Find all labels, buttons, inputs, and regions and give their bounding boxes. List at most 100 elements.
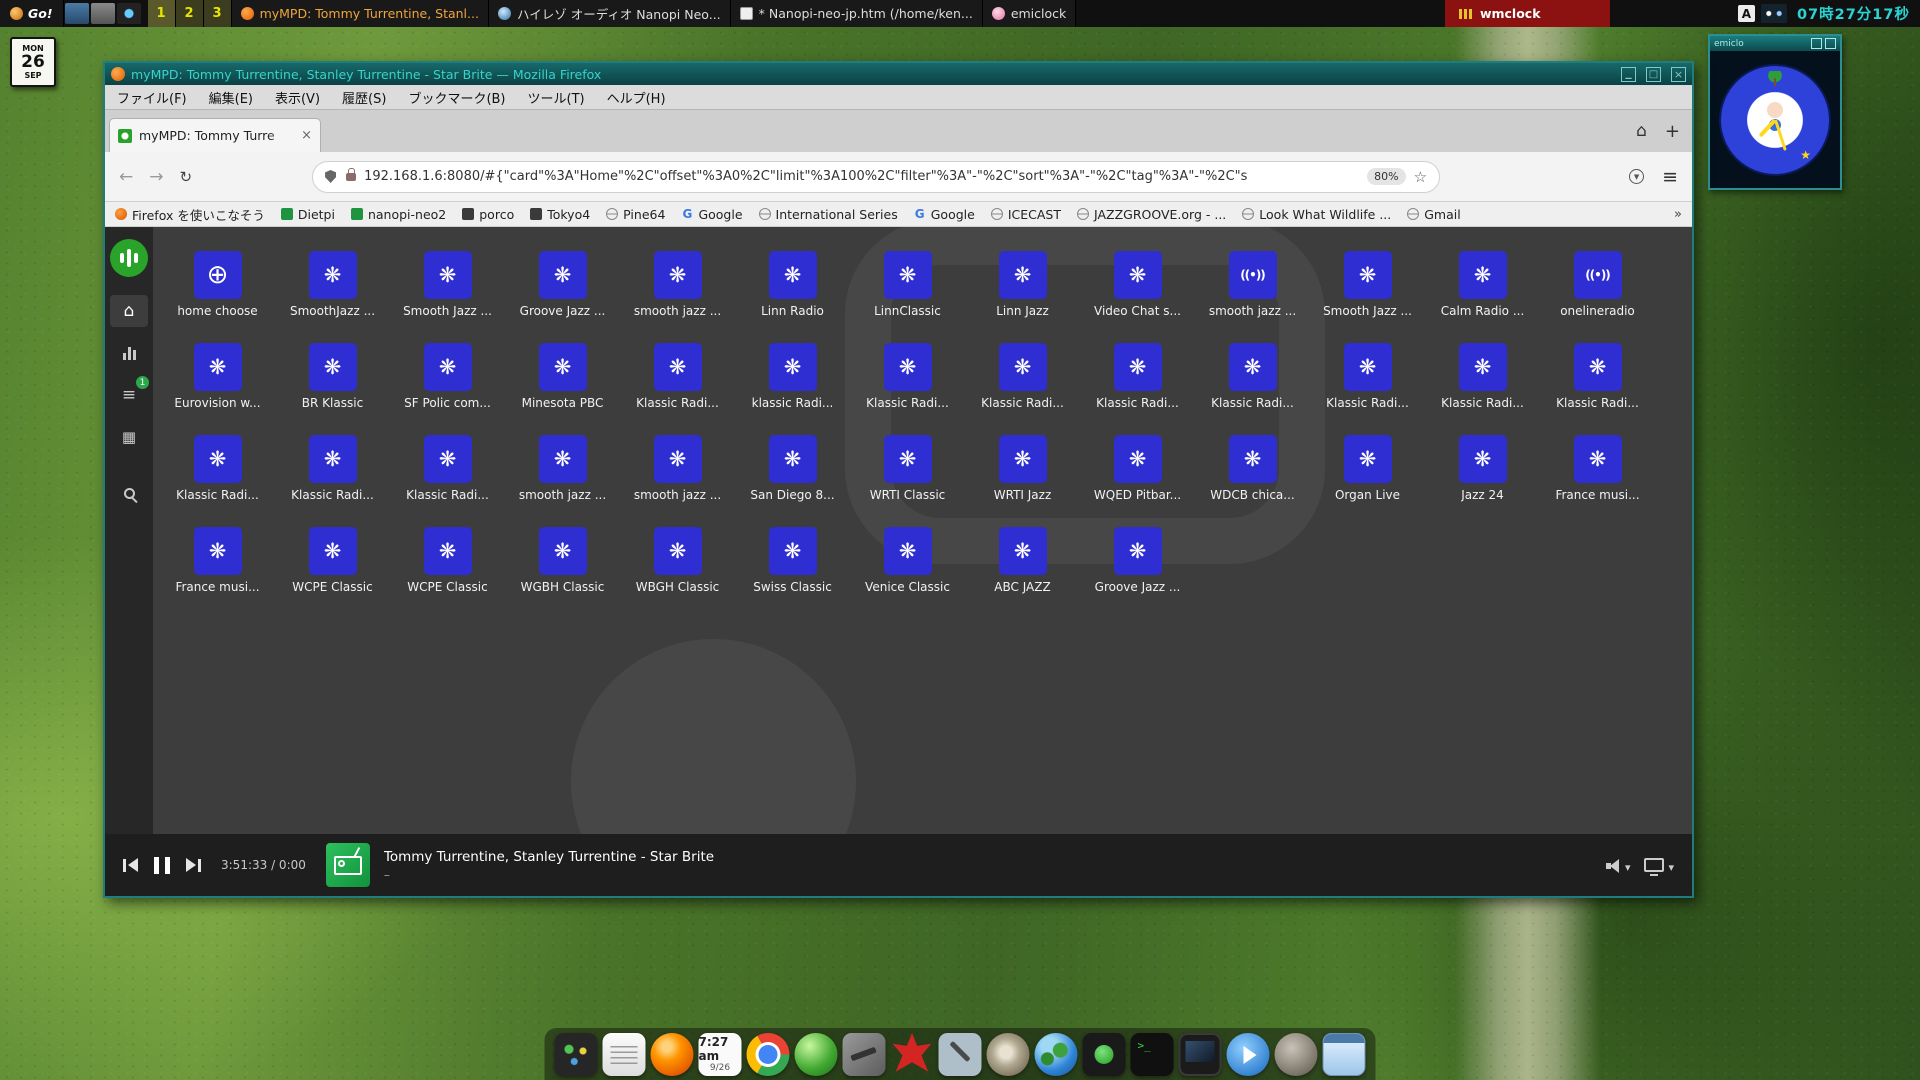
home-tile[interactable]: ❋Minesota PBC xyxy=(505,343,620,411)
workspace-button-2[interactable]: 2 xyxy=(176,0,204,27)
calendar-widget[interactable]: MON 26 SEP xyxy=(10,37,56,87)
pocket-icon[interactable] xyxy=(1629,169,1644,184)
home-tile[interactable]: ❋Klassic Radi... xyxy=(275,435,390,503)
home-tile[interactable]: ❋Klassic Radi... xyxy=(1080,343,1195,411)
earth-icon[interactable] xyxy=(1035,1033,1078,1076)
bookmark-item[interactable]: nanopi-neo2 xyxy=(351,207,446,222)
firefox-icon[interactable] xyxy=(651,1033,694,1076)
home-tile[interactable]: ❋WGBH Classic xyxy=(505,527,620,595)
menu-item[interactable]: 編集(E) xyxy=(209,88,253,107)
launcher-icon-3[interactable] xyxy=(117,3,141,24)
home-tile[interactable]: ❋Video Chat s... xyxy=(1080,251,1195,319)
home-tile[interactable]: ❋Klassic Radi... xyxy=(390,435,505,503)
shell-icon[interactable] xyxy=(987,1033,1030,1076)
workspace-button-3[interactable]: 3 xyxy=(204,0,232,27)
utility-tool-icon[interactable] xyxy=(843,1033,886,1076)
terminal-icon[interactable] xyxy=(1131,1033,1174,1076)
album-art[interactable] xyxy=(326,843,370,887)
home-tile[interactable]: ❋WCPE Classic xyxy=(275,527,390,595)
menu-item[interactable]: ブックマーク(B) xyxy=(408,88,505,107)
home-tile[interactable]: ❋WCPE Classic xyxy=(390,527,505,595)
home-tile[interactable]: ❋Klassic Radi... xyxy=(620,343,735,411)
display-icon[interactable] xyxy=(1179,1033,1222,1076)
home-tile[interactable]: ❋Smooth Jazz ... xyxy=(1310,251,1425,319)
lock-icon[interactable] xyxy=(346,173,356,181)
shield-icon[interactable] xyxy=(325,170,336,183)
menu-item[interactable]: ツール(T) xyxy=(528,88,585,107)
task-button[interactable]: emiclock xyxy=(983,0,1076,27)
home-tile[interactable]: ❋WDCB chica... xyxy=(1195,435,1310,503)
home-tile[interactable]: ⊕home choose xyxy=(160,251,275,319)
maple-leaf-icon[interactable] xyxy=(891,1033,934,1076)
text-editor-icon[interactable] xyxy=(603,1033,646,1076)
minimize-button[interactable] xyxy=(1621,67,1636,82)
tab-mympd[interactable]: myMPD: Tommy Turre × xyxy=(109,118,321,152)
home-tile[interactable]: ❋San Diego 8... xyxy=(735,435,850,503)
url-bar[interactable]: 192.168.1.6:8080/#{"card"%3A"Home"%2C"of… xyxy=(312,161,1440,193)
window-titlebar[interactable]: myMPD: Tommy Turrentine, Stanley Turrent… xyxy=(105,63,1692,85)
home-tile[interactable]: ❋LinnClassic xyxy=(850,251,965,319)
bookmark-item[interactable]: Tokyo4 xyxy=(530,207,590,222)
home-tile[interactable]: ❋Klassic Radi... xyxy=(160,435,275,503)
bookmark-item[interactable]: ICECAST xyxy=(991,207,1061,222)
home-tile[interactable]: ❋Klassic Radi... xyxy=(1195,343,1310,411)
launcher-icon-1[interactable] xyxy=(65,3,89,24)
home-tile[interactable]: ((•))onelineradio xyxy=(1540,251,1655,319)
home-tile[interactable]: ❋Klassic Radi... xyxy=(1540,343,1655,411)
bookmark-item[interactable]: porco xyxy=(462,207,514,222)
sidebar-home-button[interactable] xyxy=(110,295,148,327)
sidebar-queue-button[interactable]: 1 xyxy=(110,379,148,411)
menu-item[interactable]: ヘルプ(H) xyxy=(607,88,666,107)
home-tile[interactable]: ❋Groove Jazz ... xyxy=(505,251,620,319)
emiclock-minimize-icon[interactable] xyxy=(1811,38,1822,49)
home-tile[interactable]: ❋smooth jazz ... xyxy=(505,435,620,503)
emiclock-close-icon[interactable] xyxy=(1825,38,1836,49)
sidebar-browse-button[interactable] xyxy=(110,421,148,453)
task-button[interactable]: ハイレゾ オーディオ Nanopi Neo... xyxy=(489,0,731,27)
workspace-button-1[interactable]: 1 xyxy=(148,0,176,27)
close-button[interactable] xyxy=(1671,67,1686,82)
gimp-icon[interactable] xyxy=(1275,1033,1318,1076)
wmclock-applet[interactable]: wmclock xyxy=(1445,0,1610,27)
back-icon[interactable] xyxy=(119,167,133,187)
home-icon[interactable] xyxy=(1636,121,1647,141)
bookmark-item[interactable]: Gmail xyxy=(1407,207,1460,222)
home-tile[interactable]: ❋Eurovision w... xyxy=(160,343,275,411)
file-manager-icon[interactable] xyxy=(1323,1033,1366,1076)
home-tile[interactable]: ❋Smooth Jazz ... xyxy=(390,251,505,319)
home-tile[interactable]: ❋Jazz 24 xyxy=(1425,435,1540,503)
green-orb-icon[interactable] xyxy=(795,1033,838,1076)
bookmark-item[interactable]: Firefox を使いこなそう xyxy=(115,205,265,224)
emiclock-titlebar[interactable]: emiclo xyxy=(1710,36,1840,51)
home-tile[interactable]: ❋smooth jazz ... xyxy=(620,435,735,503)
reload-icon[interactable] xyxy=(180,167,193,186)
bookmark-item[interactable]: GGoogle xyxy=(914,207,975,222)
volume-button[interactable] xyxy=(1606,856,1631,875)
home-tile[interactable]: ❋Linn Jazz xyxy=(965,251,1080,319)
pen-icon[interactable] xyxy=(939,1033,982,1076)
home-tile[interactable]: ❋BR Klassic xyxy=(275,343,390,411)
bookmark-star-icon[interactable] xyxy=(1414,167,1427,186)
zoom-badge[interactable]: 80% xyxy=(1367,168,1405,185)
home-tile[interactable]: ❋WRTI Classic xyxy=(850,435,965,503)
new-tab-icon[interactable] xyxy=(1665,121,1680,142)
home-tile[interactable]: ❋SF Polic com... xyxy=(390,343,505,411)
tray-icon[interactable] xyxy=(1761,4,1787,23)
menu-item[interactable]: ファイル(F) xyxy=(117,88,187,107)
home-tile[interactable]: ❋Venice Classic xyxy=(850,527,965,595)
menu-item[interactable]: 表示(V) xyxy=(275,88,320,107)
pause-button[interactable] xyxy=(152,857,172,874)
home-tile[interactable]: ❋Groove Jazz ... xyxy=(1080,527,1195,595)
bookmark-item[interactable]: International Series xyxy=(759,207,898,222)
media-player-icon[interactable] xyxy=(1227,1033,1270,1076)
menu-item[interactable]: 履歴(S) xyxy=(342,88,386,107)
home-tile[interactable]: ❋Klassic Radi... xyxy=(965,343,1080,411)
tab-close-icon[interactable]: × xyxy=(301,128,312,143)
sidebar-playback-button[interactable] xyxy=(110,337,148,369)
task-button[interactable]: myMPD: Tommy Turrentine, Stanl... xyxy=(232,0,489,27)
home-tile[interactable]: ❋Klassic Radi... xyxy=(1310,343,1425,411)
home-tile[interactable]: ❋ABC JAZZ xyxy=(965,527,1080,595)
bookmark-item[interactable]: Pine64 xyxy=(606,207,665,222)
clock-widget-icon[interactable]: 7:27 am9/26 xyxy=(699,1033,742,1076)
home-tile[interactable]: ❋klassic Radi... xyxy=(735,343,850,411)
